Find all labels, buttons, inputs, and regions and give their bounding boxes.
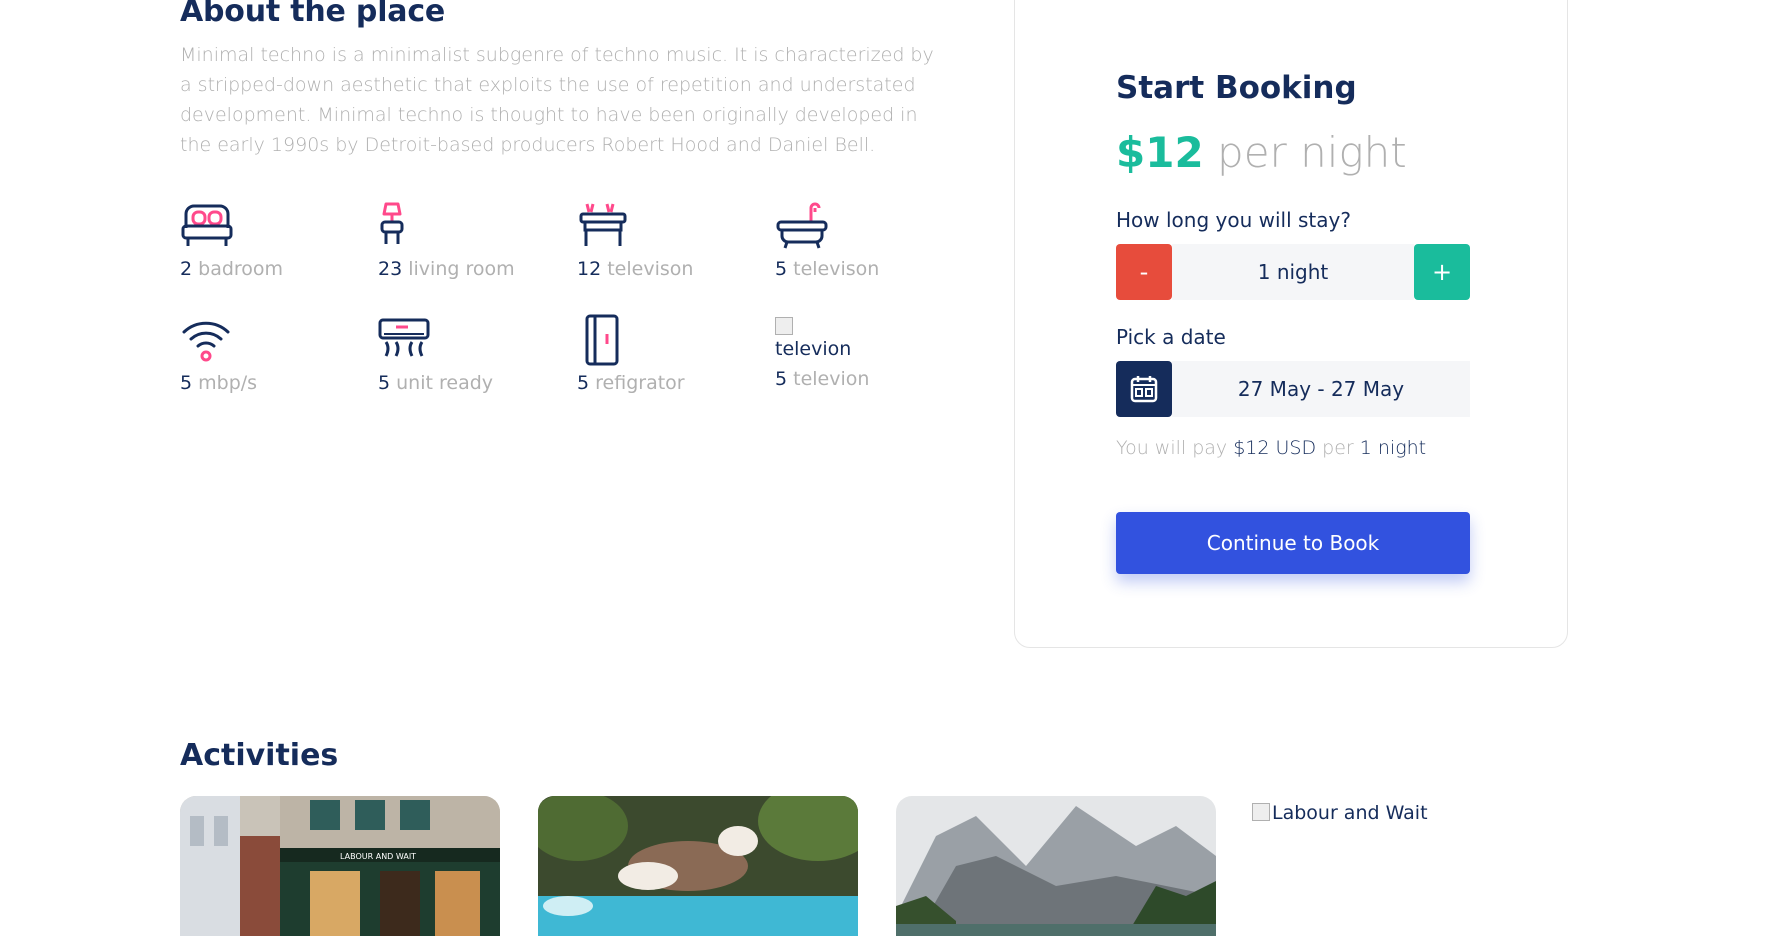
amenity-label: 5 unit ready [378,372,494,394]
decrease-button[interactable]: - [1116,244,1172,300]
price-unit: per night [1217,128,1407,177]
storefront-photo: LABOUR AND WAIT [180,796,500,936]
price-amount: $12 [1116,128,1204,177]
amenity-label: 5 mbp/s [180,372,258,394]
amenity-table: 12 televison [577,200,767,280]
continue-to-book-button[interactable]: Continue to Book [1116,512,1470,574]
dog-pool-photo [538,796,858,936]
activity-card[interactable] [538,796,858,936]
storefront-sign: LABOUR AND WAIT [340,852,416,861]
amenity-label: 5 refigrator [577,372,685,394]
bed-icon [181,204,233,246]
broken-image-alt: Labour and Wait [1272,802,1428,824]
price-per-night: $12 per night [1116,128,1407,177]
about-description: Minimal techno is a minimalist subgenre … [180,44,934,156]
bathtub-icon [776,202,828,249]
calendar-button[interactable] [1116,361,1172,417]
about-title: About the place [180,0,446,29]
activities-title: Activities [180,738,339,773]
wifi-icon [182,321,230,362]
stay-duration-label: How long you will stay? [1116,208,1351,232]
amenity-label: 2 badroom [180,258,284,280]
refrigerator-icon [585,314,619,366]
amenity-label: 12 televison [577,258,694,280]
mountain-lake-photo [896,796,1216,936]
amenity-label: 5 televion [775,368,870,390]
living-room-icon [380,202,404,244]
amenity-living-room: 23 living room [378,200,568,280]
duration-value[interactable]: 1 night [1172,244,1414,300]
increase-button[interactable]: + [1414,244,1470,300]
date-range-value[interactable]: 27 May - 27 May [1172,361,1470,417]
table-icon [579,203,627,246]
activity-card[interactable] [896,796,1216,936]
broken-image-icon [1252,803,1270,821]
broken-image-icon [775,317,793,335]
duration-stepper: - 1 night + [1116,244,1470,300]
amenity-television: televion 5 televion [775,314,965,390]
activity-card[interactable]: LABOUR AND WAIT [180,796,500,936]
air-conditioner-icon [378,318,430,357]
broken-image-alt: televion [775,338,852,360]
booking-title: Start Booking [1116,70,1357,106]
date-picker[interactable]: 27 May - 27 May [1116,361,1470,417]
amenity-air-conditioner: 5 unit ready [378,314,568,394]
amenity-bedroom: 2 badroom [180,200,370,280]
broken-image: televion [775,314,965,372]
activity-broken-image[interactable]: Labour and Wait [1252,802,1428,824]
amenity-refrigerator: 5 refigrator [577,314,767,394]
amenity-wifi: 5 mbp/s [180,314,370,394]
payment-summary: You will pay $12 USD per 1 night [1116,437,1427,459]
date-label: Pick a date [1116,325,1226,349]
calendar-icon [1130,376,1158,403]
amenity-bathtub: 5 televison [775,200,965,280]
amenity-label: 5 televison [775,258,880,280]
amenity-label: 23 living room [378,258,515,280]
